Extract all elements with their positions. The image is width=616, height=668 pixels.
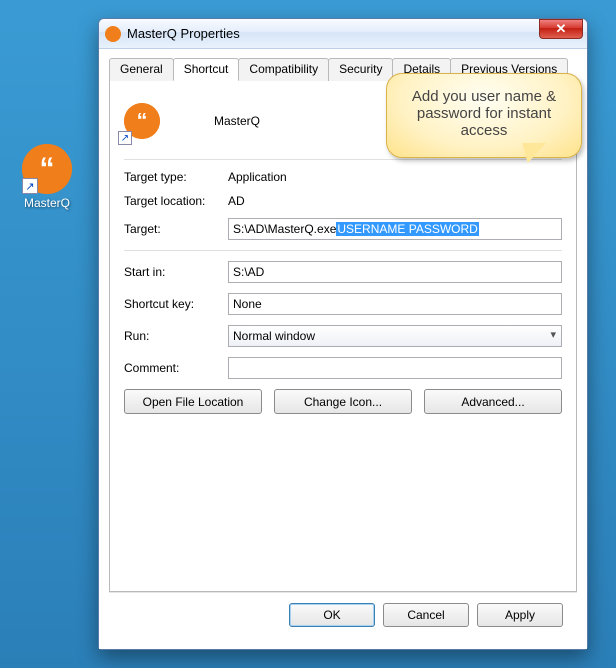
run-select[interactable]	[228, 325, 562, 347]
apply-button[interactable]: Apply	[477, 603, 563, 627]
target-selected-text: USERNAME PASSWORD	[336, 222, 478, 236]
comment-input[interactable]	[228, 357, 562, 379]
change-icon-button[interactable]: Change Icon...	[274, 389, 412, 414]
start-in-input[interactable]	[228, 261, 562, 283]
dialog-footer: OK Cancel Apply	[109, 592, 577, 639]
label-comment: Comment:	[124, 361, 228, 375]
open-file-location-button[interactable]: Open File Location	[124, 389, 262, 414]
tab-general[interactable]: General	[109, 58, 174, 81]
properties-window: MasterQ Properties ✕ General Shortcut Co…	[98, 18, 588, 650]
divider	[124, 159, 562, 160]
desktop-shortcut-masterq[interactable]: “ ↗ MasterQ	[14, 144, 80, 210]
shortcut-large-icon: “ ↗	[124, 103, 160, 139]
ok-button[interactable]: OK	[289, 603, 375, 627]
titlebar[interactable]: MasterQ Properties ✕	[99, 19, 587, 49]
label-target-type: Target type:	[124, 170, 228, 184]
close-icon: ✕	[556, 21, 567, 37]
titlebar-app-icon	[105, 26, 121, 42]
cancel-button[interactable]: Cancel	[383, 603, 469, 627]
window-title: MasterQ Properties	[127, 26, 539, 41]
svg-text:“: “	[137, 107, 148, 132]
desktop-shortcut-label: MasterQ	[14, 196, 80, 210]
shortcut-key-input[interactable]	[228, 293, 562, 315]
label-target: Target:	[124, 222, 228, 236]
close-button[interactable]: ✕	[539, 19, 583, 39]
label-start-in: Start in:	[124, 265, 228, 279]
value-target-type: Application	[228, 170, 287, 184]
label-run: Run:	[124, 329, 228, 343]
annotation-callout: Add you user name & password for instant…	[386, 73, 582, 158]
target-prefix: S:\AD\MasterQ.exe	[233, 222, 336, 236]
shortcut-overlay-icon: ↗	[22, 178, 38, 194]
shortcut-overlay-icon: ↗	[118, 131, 132, 145]
tab-page-shortcut: Add you user name & password for instant…	[109, 81, 577, 592]
tab-security[interactable]: Security	[328, 58, 393, 81]
annotation-text: Add you user name & password for instant…	[412, 88, 556, 139]
label-target-location: Target location:	[124, 194, 228, 208]
tab-shortcut[interactable]: Shortcut	[173, 58, 240, 81]
divider	[124, 250, 562, 251]
shortcut-name-input[interactable]	[210, 112, 330, 130]
masterq-icon: “ ↗	[22, 144, 72, 194]
label-shortcut-key: Shortcut key:	[124, 297, 228, 311]
value-target-location: AD	[228, 194, 245, 208]
tab-compatibility[interactable]: Compatibility	[238, 58, 329, 81]
client-area: General Shortcut Compatibility Security …	[99, 49, 587, 649]
advanced-button[interactable]: Advanced...	[424, 389, 562, 414]
svg-text:“: “	[40, 152, 55, 185]
target-input[interactable]: S:\AD\MasterQ.exe USERNAME PASSWORD	[228, 218, 562, 240]
